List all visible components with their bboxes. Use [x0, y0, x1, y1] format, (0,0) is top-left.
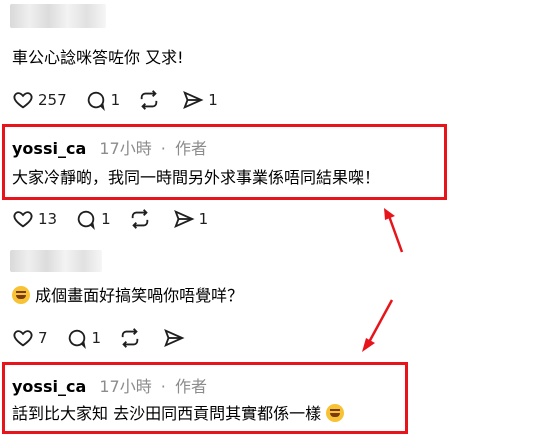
action-bar: 257 1 1	[12, 88, 236, 112]
share-count: 1	[208, 91, 218, 109]
share-button[interactable]: 1	[182, 89, 218, 111]
reply-button[interactable]: 1	[66, 327, 102, 349]
username[interactable]: yossi_ca	[12, 139, 86, 158]
send-icon	[183, 90, 204, 110]
reply-count: 1	[91, 329, 102, 347]
send-icon	[173, 209, 195, 229]
like-button[interactable]: 13	[12, 208, 57, 230]
timestamp: 17小時	[99, 139, 152, 158]
heart-icon	[13, 330, 33, 347]
like-button[interactable]: 7	[12, 327, 48, 349]
share-button[interactable]: 1	[173, 208, 209, 230]
like-count: 257	[38, 91, 67, 109]
red-arrow	[384, 208, 404, 253]
author-badge: 作者	[174, 377, 207, 396]
blurred-username	[10, 250, 102, 272]
laughing-emoji-icon	[12, 286, 30, 304]
action-bar: 13 1 1	[12, 207, 226, 231]
blurred-username	[10, 4, 106, 28]
author-badge: 作者	[174, 139, 207, 158]
timestamp: 17小時	[99, 377, 152, 396]
username[interactable]: yossi_ca	[12, 377, 86, 396]
action-bar: 7 1	[12, 326, 207, 350]
like-button[interactable]: 257	[12, 89, 67, 111]
repost-icon	[121, 328, 139, 348]
heart-icon	[13, 92, 33, 109]
send-icon	[164, 328, 185, 348]
post-text: 成個畫面好搞笑喎你唔覺咩？	[12, 285, 243, 307]
red-arrow	[362, 299, 394, 352]
reply-count: 1	[110, 91, 121, 109]
comment-icon	[87, 91, 105, 111]
repost-button[interactable]	[138, 89, 164, 111]
post-text: 車公心諗咪答咗你 又求!	[12, 48, 184, 67]
laughing-emoji-icon	[326, 404, 345, 422]
reply-button[interactable]: 1	[85, 89, 121, 111]
reply-text: 話到比大家知 去沙田同西貢問其實都係一樣	[12, 403, 345, 425]
separator: ·	[160, 139, 166, 158]
reply-text: 大家冷靜啲，我同一時間另外求事業係唔同結果㗎！	[12, 168, 381, 187]
comment-icon	[68, 329, 86, 349]
share-button[interactable]	[163, 327, 189, 349]
repost-icon	[131, 209, 148, 229]
like-count: 13	[38, 210, 58, 228]
heart-icon	[13, 211, 33, 228]
like-count: 7	[38, 329, 48, 347]
repost-button[interactable]	[129, 208, 155, 230]
share-count: 1	[198, 210, 209, 228]
reply-header: yossi_ca 17小時 · 作者	[12, 373, 207, 397]
reply-button[interactable]: 1	[75, 208, 111, 230]
reply-count: 1	[101, 210, 111, 228]
reply-text-content: 話到比大家知 去沙田同西貢問其實都係一樣	[12, 404, 322, 423]
comment-icon	[77, 210, 95, 230]
separator: ·	[160, 377, 166, 396]
repost-icon	[140, 90, 158, 110]
repost-button[interactable]	[119, 327, 145, 349]
reply-header: yossi_ca 17小時 · 作者	[12, 135, 207, 159]
post-text-content: 成個畫面好搞笑喎你唔覺咩？	[35, 286, 244, 305]
